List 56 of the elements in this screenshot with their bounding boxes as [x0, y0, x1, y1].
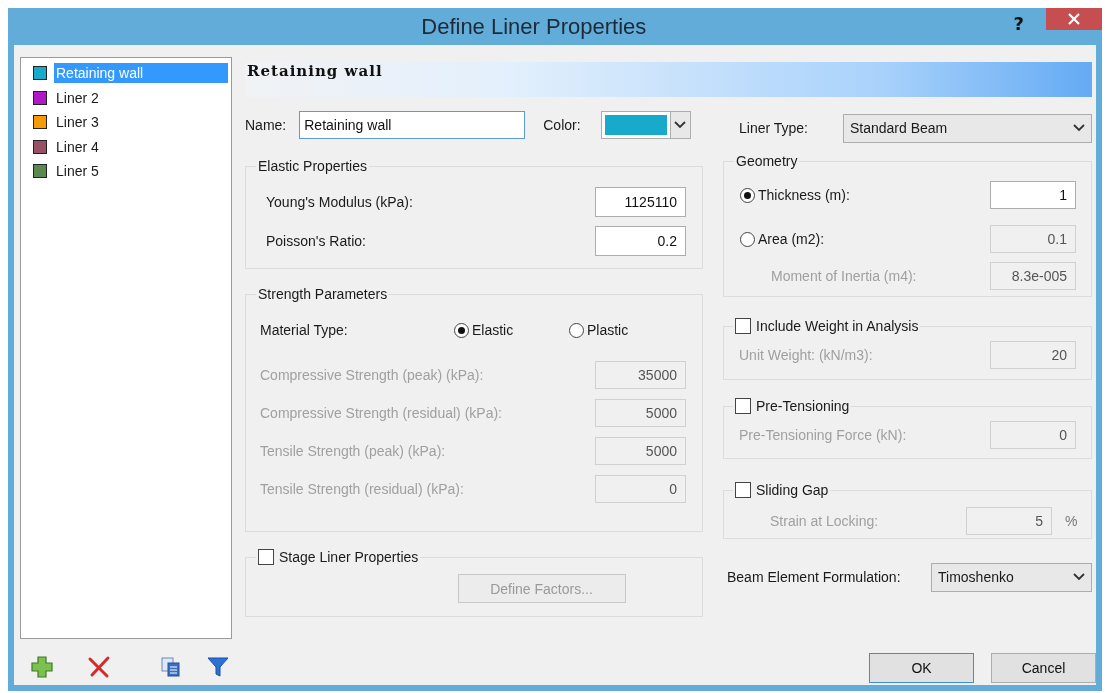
field-label: Liner Type: [739, 120, 808, 136]
radio-button[interactable] [454, 322, 469, 338]
checkbox-label: Pre-Tensioning [756, 398, 850, 414]
group-title: Geometry [735, 153, 799, 169]
plus-icon[interactable] [30, 655, 54, 679]
input-field[interactable]: 1125110 [595, 187, 686, 217]
chevron-down-icon [1073, 573, 1085, 581]
radio-label: Elastic [472, 322, 514, 338]
input-field[interactable]: 1 [990, 181, 1076, 209]
input-field[interactable]: 0.2 [595, 226, 686, 256]
list-item[interactable]: Liner 4 [54, 136, 228, 157]
field-label: Young's Modulus (kPa): [266, 194, 413, 210]
checkbox-label: Sliding Gap [756, 482, 829, 498]
list-item[interactable]: Liner 3 [54, 112, 228, 133]
chevron-down-icon [1073, 124, 1085, 132]
field-label: Material Type: [260, 322, 349, 338]
field-label: Compressive Strength (residual) (kPa): [260, 405, 502, 421]
radio-button[interactable] [740, 187, 755, 203]
input-field[interactable]: Retaining wall [299, 111, 526, 139]
field-label: Poisson's Ratio: [266, 233, 366, 249]
list-item[interactable]: Liner 5 [54, 161, 228, 182]
checkbox-label: Stage Liner Properties [279, 549, 419, 565]
field-label: Unit Weight: (kN/m3): [739, 347, 873, 363]
checkbox-label: Include Weight in Analysis [756, 318, 919, 334]
window-title: Define Liner Properties [420, 13, 648, 40]
help-button[interactable]: ? [1013, 8, 1024, 38]
section-header: Retaining wall [245, 62, 1092, 97]
field-label: Moment of Inertia (m4): [771, 268, 917, 284]
copy-icon[interactable] [160, 656, 182, 678]
field-label: Beam Element Formulation: [727, 569, 901, 585]
dropdown[interactable]: Standard Beam [843, 113, 1092, 143]
unit-label: % [1065, 513, 1075, 529]
group-title: Elastic Properties [257, 158, 368, 174]
field-label: Compressive Strength (peak) (kPa): [260, 367, 484, 383]
field-label: Strain at Locking: [770, 513, 879, 529]
radio-label: Area (m2): [758, 231, 825, 247]
list-item[interactable]: Liner 2 [54, 87, 228, 108]
radio-label: Plastic [587, 322, 629, 338]
field-label: Pre-Tensioning Force (kN): [739, 427, 907, 443]
field-label: Tensile Strength (peak) (kPa): [260, 443, 446, 459]
dialog-button[interactable]: Cancel [991, 653, 1096, 683]
chevron-down-icon [674, 121, 687, 129]
close-icon [1067, 12, 1081, 26]
checkbox[interactable] [258, 549, 274, 565]
dialog-button[interactable]: OK [869, 653, 974, 683]
group-title: Strength Parameters [257, 286, 389, 302]
close-button[interactable] [1046, 8, 1102, 30]
cross-icon[interactable] [87, 655, 111, 679]
field-label: Tensile Strength (residual) (kPa): [260, 481, 464, 497]
dropdown[interactable]: Timoshenko [931, 562, 1092, 592]
color-picker[interactable] [600, 111, 691, 139]
radio-label: Thickness (m): [758, 187, 850, 203]
field-label: Color: [543, 117, 581, 133]
radio-button[interactable] [569, 322, 584, 338]
field-label: Name: [245, 117, 287, 133]
filter-icon[interactable] [207, 656, 229, 678]
